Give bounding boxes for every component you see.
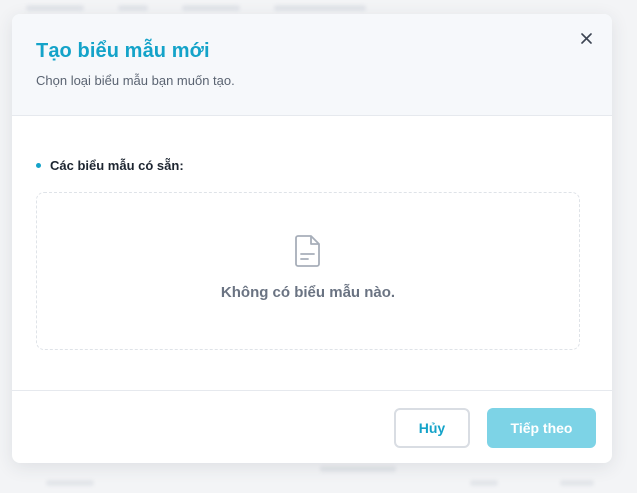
dialog-title: Tạo biểu mẫu mới	[36, 40, 210, 62]
close-button[interactable]	[576, 28, 596, 48]
dialog-header: Tạo biểu mẫu mới Chọn loại biểu mẫu bạn …	[12, 14, 612, 116]
close-icon	[580, 32, 592, 44]
background-tab	[26, 5, 84, 11]
dialog-subtitle: Chọn loại biểu mẫu bạn muốn tạo.	[36, 73, 235, 88]
background-text	[46, 480, 94, 486]
background-footer	[0, 462, 637, 493]
next-button[interactable]: Tiếp theo	[487, 408, 596, 448]
bullet-icon	[36, 163, 41, 168]
create-form-dialog: Tạo biểu mẫu mới Chọn loại biểu mẫu bạn …	[12, 14, 612, 463]
background-tab	[118, 5, 148, 11]
background-text	[560, 480, 594, 486]
background-tab	[274, 5, 366, 11]
dialog-footer: Hủy Tiếp theo	[12, 390, 612, 463]
background-text	[320, 466, 396, 472]
background-tab	[182, 5, 240, 11]
cancel-button[interactable]: Hủy	[394, 408, 470, 448]
empty-templates-state: Không có biểu mẫu nào.	[36, 192, 580, 350]
empty-state-text: Không có biểu mẫu nào.	[220, 284, 396, 301]
document-icon	[295, 235, 320, 267]
section-label-text: Các biểu mẫu có sẵn:	[50, 158, 184, 173]
available-templates-label: Các biểu mẫu có sẵn:	[36, 158, 184, 173]
background-text	[470, 480, 498, 486]
